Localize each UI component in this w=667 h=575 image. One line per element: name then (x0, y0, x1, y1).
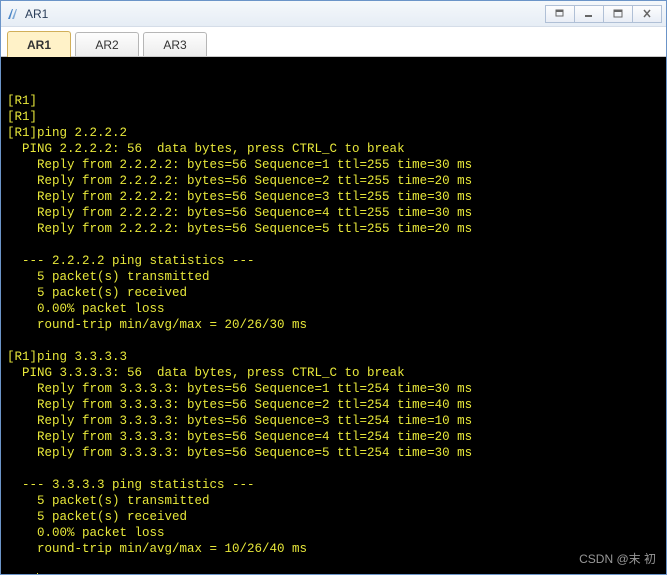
tab-ar1[interactable]: AR1 (7, 31, 71, 57)
terminal-line: PING 2.2.2.2: 56 data bytes, press CTRL_… (7, 141, 660, 157)
terminal-line: [R1]ping 3.3.3.3 (7, 349, 660, 365)
watermark: CSDN @末 初 (579, 551, 656, 567)
terminal-line: 0.00% packet loss (7, 525, 660, 541)
terminal-line: Reply from 2.2.2.2: bytes=56 Sequence=2 … (7, 173, 660, 189)
terminal-cursor (37, 573, 38, 574)
tab-ar2[interactable]: AR2 (75, 32, 139, 56)
terminal-line: --- 2.2.2.2 ping statistics --- (7, 253, 660, 269)
terminal-line: Reply from 2.2.2.2: bytes=56 Sequence=3 … (7, 189, 660, 205)
terminal-line: [R1] (7, 93, 660, 109)
terminal-line: Reply from 3.3.3.3: bytes=56 Sequence=3 … (7, 413, 660, 429)
terminal-line (7, 461, 660, 477)
terminal-line (7, 237, 660, 253)
titlebar[interactable]: AR1 (1, 1, 666, 27)
tab-label: AR2 (95, 38, 118, 52)
tab-bar: AR1 AR2 AR3 (1, 27, 666, 57)
terminal-line: --- 3.3.3.3 ping statistics --- (7, 477, 660, 493)
tab-label: AR3 (163, 38, 186, 52)
terminal-line: Reply from 2.2.2.2: bytes=56 Sequence=5 … (7, 221, 660, 237)
terminal-line: [R1]ping 2.2.2.2 (7, 125, 660, 141)
terminal-line: Reply from 3.3.3.3: bytes=56 Sequence=4 … (7, 429, 660, 445)
terminal-line: round-trip min/avg/max = 20/26/30 ms (7, 317, 660, 333)
terminal-line: [R1] (7, 109, 660, 125)
minimize-button[interactable] (574, 5, 604, 23)
close-button[interactable] (632, 5, 662, 23)
app-icon (5, 6, 21, 22)
terminal-output[interactable]: [R1][R1][R1]ping 2.2.2.2 PING 2.2.2.2: 5… (1, 57, 666, 574)
window-control-buttons (546, 5, 662, 23)
terminal-line: Reply from 2.2.2.2: bytes=56 Sequence=4 … (7, 205, 660, 221)
terminal-line: Reply from 3.3.3.3: bytes=56 Sequence=2 … (7, 397, 660, 413)
maximize-button[interactable] (603, 5, 633, 23)
terminal-line: 0.00% packet loss (7, 301, 660, 317)
terminal-line: Reply from 2.2.2.2: bytes=56 Sequence=1 … (7, 157, 660, 173)
terminal-line: Reply from 3.3.3.3: bytes=56 Sequence=1 … (7, 381, 660, 397)
window-title: AR1 (25, 7, 546, 21)
terminal-line: Reply from 3.3.3.3: bytes=56 Sequence=5 … (7, 445, 660, 461)
terminal-line: round-trip min/avg/max = 10/26/40 ms (7, 541, 660, 557)
terminal-line (7, 333, 660, 349)
terminal-line: 5 packet(s) transmitted (7, 269, 660, 285)
terminal-line: PING 3.3.3.3: 56 data bytes, press CTRL_… (7, 365, 660, 381)
terminal-line (7, 557, 660, 573)
terminal-line: 5 packet(s) received (7, 285, 660, 301)
terminal-line: 5 packet(s) received (7, 509, 660, 525)
popup-button[interactable] (545, 5, 575, 23)
tab-label: AR1 (27, 38, 51, 52)
app-window: AR1 AR1 AR2 AR3 [R1][R1][R1]ping 2.2.2.2… (0, 0, 667, 575)
terminal-prompt-line[interactable]: [R1] (7, 573, 660, 574)
tab-ar3[interactable]: AR3 (143, 32, 207, 56)
terminal-line: 5 packet(s) transmitted (7, 493, 660, 509)
